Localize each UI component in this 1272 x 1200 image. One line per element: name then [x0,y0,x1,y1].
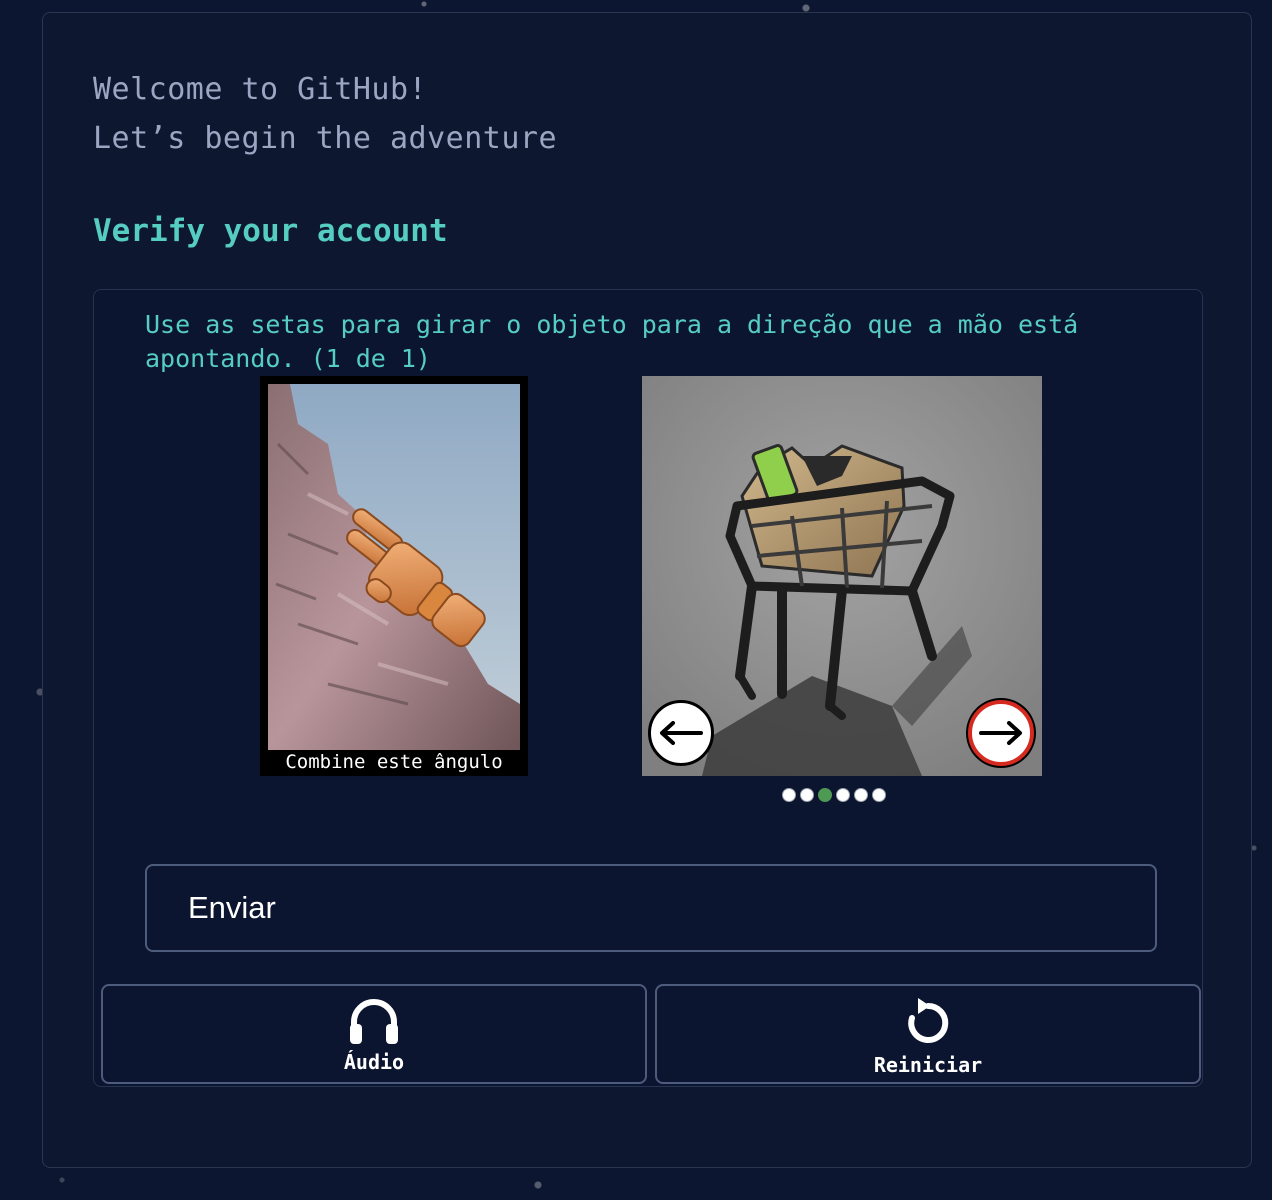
rotation-indicator [782,788,886,804]
rotation-dot [872,788,886,802]
restart-icon [904,996,952,1052]
submit-button[interactable]: Enviar [145,864,1157,952]
captcha-challenge: Use as setas para girar o objeto para a … [93,289,1203,1087]
wooden-hand-pointing-image [268,384,520,750]
verify-title: Verify your account [93,213,448,249]
reference-caption: Combine este ângulo [285,751,503,773]
rotation-dot [818,788,832,802]
welcome-line-1: Welcome to GitHub! [93,72,428,107]
audio-label: Áudio [343,1050,405,1074]
rotation-dot [782,788,796,802]
restart-label: Reiniciar [873,1053,983,1077]
audio-button[interactable]: Áudio [101,984,647,1084]
rotate-left-button[interactable] [648,700,714,766]
rotation-dot [836,788,850,802]
rotation-dot [800,788,814,802]
arrow-left-icon [660,721,703,745]
rotate-right-button[interactable] [968,700,1034,766]
restart-button[interactable]: Reiniciar [655,984,1201,1084]
arrow-right-icon [979,721,1022,745]
challenge-instruction: Use as setas para girar o objeto para a … [145,310,1079,373]
welcome-text: Welcome to GitHub! Let’s begin the adven… [93,65,557,163]
rotation-dot [854,788,868,802]
welcome-line-2: Let’s begin the adventure [93,121,558,156]
shopping-cart-with-box-image [642,376,1042,776]
reference-image-frame: Combine este ângulo [260,376,528,776]
verification-card: Welcome to GitHub! Let’s begin the adven… [42,12,1252,1168]
headphones-icon [348,996,400,1050]
